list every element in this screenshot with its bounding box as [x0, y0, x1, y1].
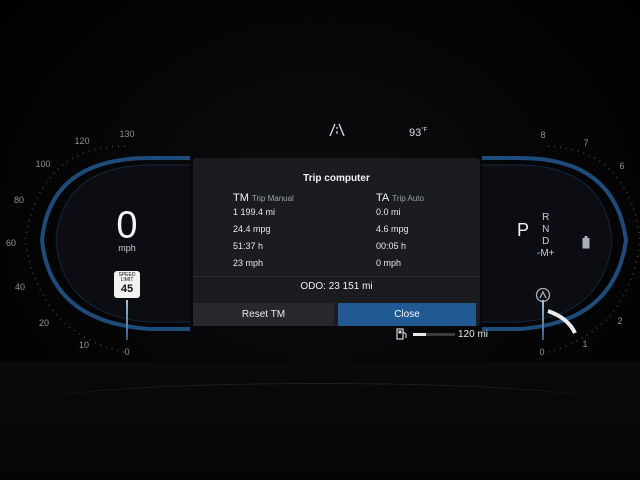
tach-tick: 0	[539, 347, 545, 357]
speed-tick: 20	[38, 318, 50, 328]
speed-limit-sign: SPEED LIMIT 45	[114, 271, 140, 298]
speed-tick: 130	[119, 129, 135, 139]
ta-economy: 4.6 mpg	[376, 224, 409, 234]
speed-tick: 60	[5, 238, 17, 248]
ta-label: TA	[376, 192, 390, 204]
outside-temperature: 93°F	[409, 127, 427, 139]
tm-avg-speed: 23 mph	[233, 258, 264, 268]
speed-tick: 120	[74, 136, 90, 146]
speed-tick: 80	[13, 195, 25, 205]
tach-tick: 1	[582, 339, 588, 349]
odometer: ODO: 23 151 mi	[193, 281, 480, 292]
ta-avg-speed: 0 mph	[376, 258, 402, 268]
speed-value: 0	[116, 204, 138, 247]
divider	[193, 276, 480, 277]
trip-auto-header: TA Trip Auto	[376, 192, 424, 204]
gear-selected: P	[517, 220, 530, 240]
dialog-title: Trip computer	[303, 173, 370, 184]
trip-auto-column: TA Trip Auto 0.0 mi 4.6 mpg 00:05 h 0 mph	[376, 192, 424, 272]
temperature-unit: °F	[421, 127, 428, 134]
speed-unit: mph	[118, 243, 136, 253]
gear-option: -M+	[537, 248, 555, 259]
tach-tick: 7	[583, 138, 589, 148]
speed-needle	[126, 300, 128, 340]
close-button[interactable]: Close	[338, 303, 476, 326]
tm-economy: 24.4 mpg	[233, 224, 271, 234]
odometer-label: ODO:	[300, 281, 326, 292]
gear-option: D	[542, 236, 550, 247]
speed-limit-label: SPEED LIMIT	[118, 272, 136, 283]
tach-tick: 6	[619, 161, 625, 171]
speed-tick: 0	[124, 347, 130, 357]
speed-tick: 10	[78, 340, 90, 350]
trip-manual-header: TM Trip Manual	[233, 192, 294, 204]
gear-option: N	[542, 224, 550, 235]
ta-distance: 0.0 mi	[376, 207, 401, 217]
tm-time: 51:37 h	[233, 241, 264, 251]
fuel-pump-icon	[396, 327, 408, 345]
tach-needle	[542, 300, 544, 340]
lane-assist-icon	[328, 123, 346, 140]
tm-distance: 1 199.4 mi	[233, 207, 276, 217]
trip-computer-dialog: Trip computer TM Trip Manual 1 199.4 mi 2…	[193, 158, 480, 326]
tm-label: TM	[233, 192, 249, 204]
temperature-value: 93	[409, 127, 422, 139]
trip-manual-column: TM Trip Manual 1 199.4 mi 24.4 mpg 51:37 …	[233, 192, 294, 272]
battery-icon	[582, 236, 590, 254]
speed-limit-value: 45	[120, 283, 134, 295]
ta-sublabel: Trip Auto	[392, 194, 424, 203]
gear-list: R N D -M+	[537, 212, 555, 260]
gear-option: R	[542, 212, 550, 223]
fuel-level-bar	[413, 333, 455, 336]
tach-tick: 8	[540, 130, 546, 140]
tm-sublabel: Trip Manual	[251, 194, 294, 203]
speed-tick: 40	[14, 282, 26, 292]
tach-tick: 2	[617, 316, 623, 326]
speed-tick: 100	[35, 159, 51, 169]
fuel-level-fill	[413, 333, 426, 336]
ta-time: 00:05 h	[376, 241, 407, 251]
fuel-range: 120 mi	[458, 329, 489, 340]
instrument-cluster: 0 10 20 40 60 80 100 120 130 0 1 2 6 7 8…	[0, 0, 640, 480]
reset-tm-button[interactable]: Reset TM	[193, 303, 334, 326]
odometer-value: 23 151 mi	[328, 281, 373, 292]
